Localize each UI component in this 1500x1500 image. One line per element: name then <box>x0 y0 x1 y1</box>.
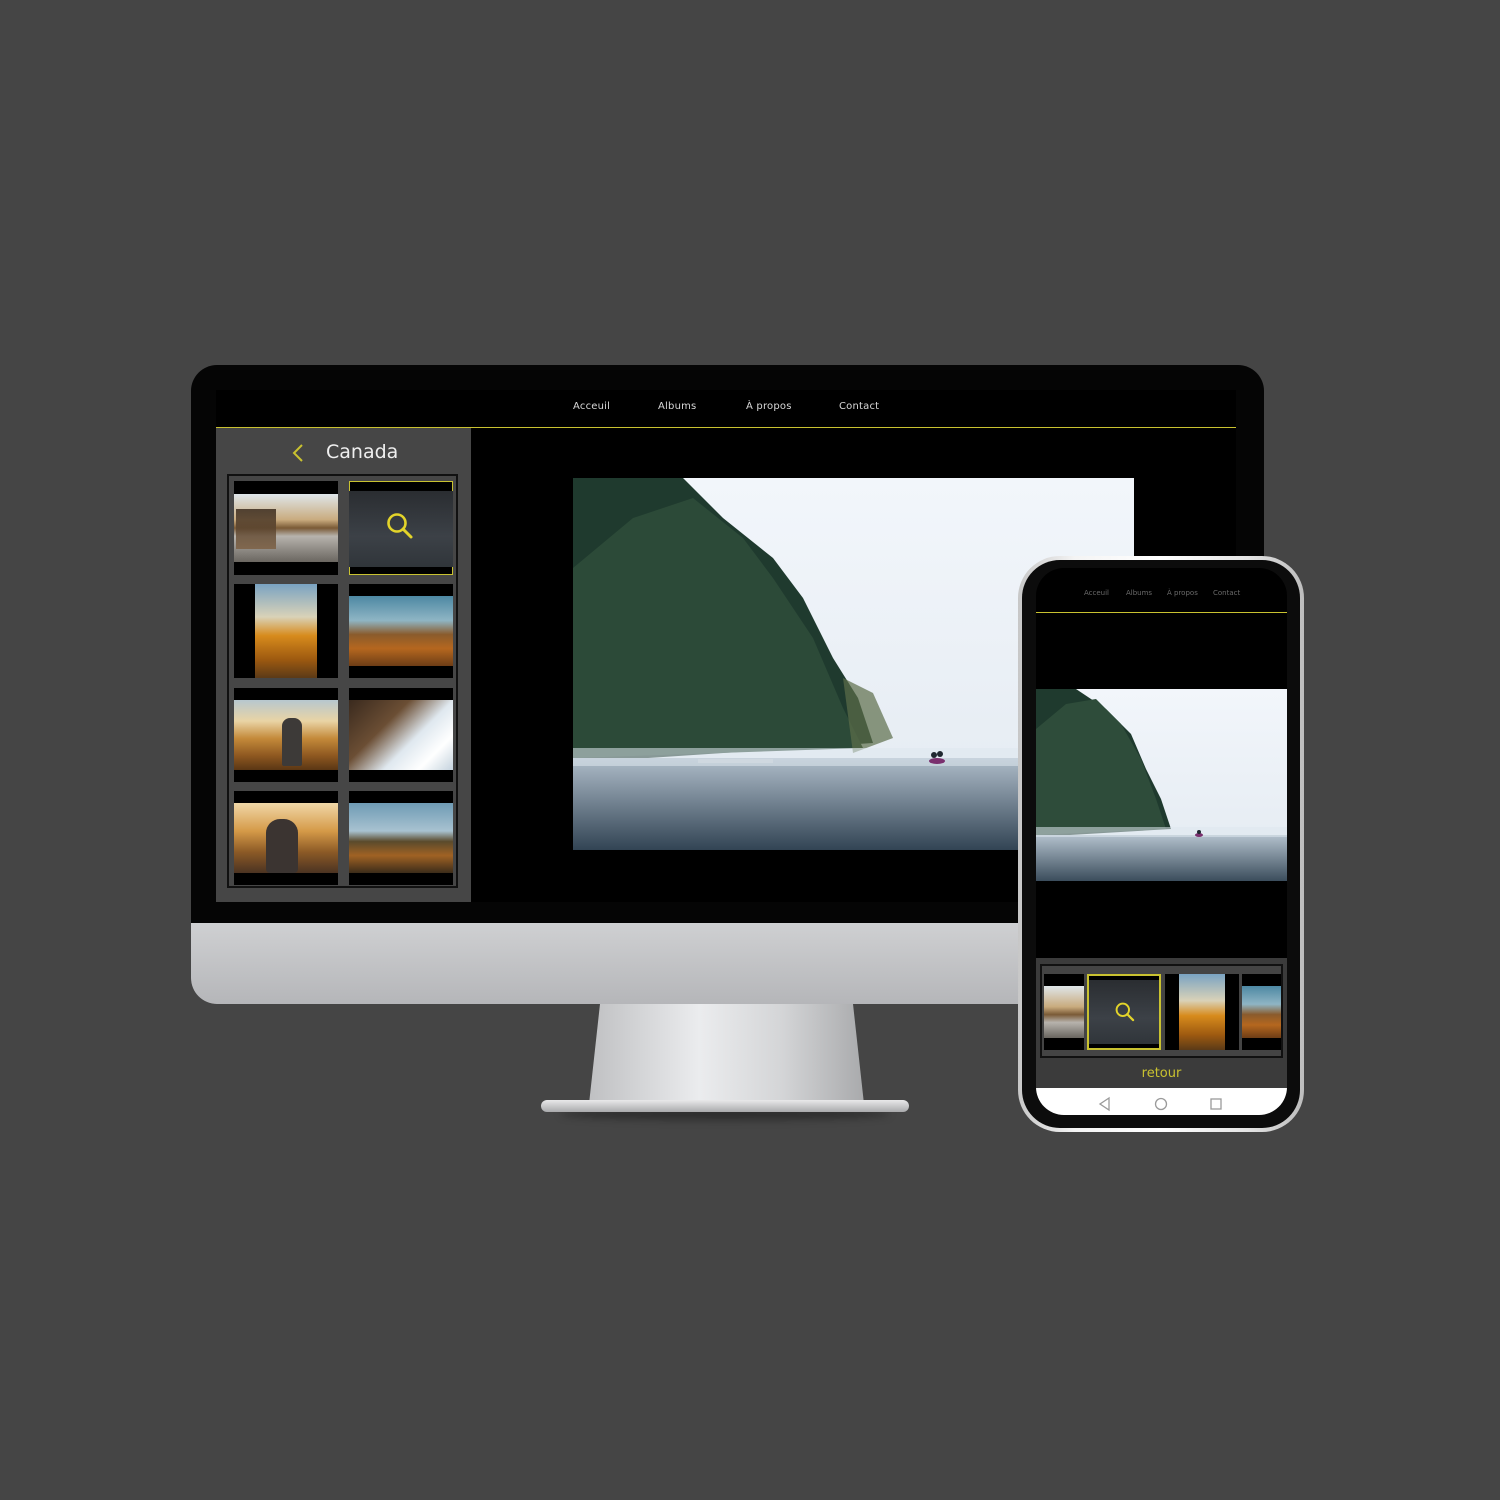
phone-body: Acceuil Albums À propos Contact retour <box>1022 560 1300 1128</box>
mobile-top-navigation: Acceuil Albums À propos Contact <box>1036 568 1287 613</box>
thumbnail-autumn-valley[interactable] <box>349 584 453 678</box>
mobile-thumbnail-misty-lake-selected[interactable] <box>1087 974 1161 1050</box>
thumbnail-school-bus[interactable] <box>234 584 338 678</box>
album-header: Canada <box>216 438 471 468</box>
mobile-thumbnail-school-bus[interactable] <box>1165 974 1239 1050</box>
monitor-stand-foot <box>541 1100 909 1112</box>
back-triangle-icon[interactable] <box>1097 1096 1113 1112</box>
magnifier-icon <box>387 513 413 539</box>
mobile-thumbnail-cabin-lake[interactable] <box>1044 974 1084 1050</box>
top-navigation: Acceuil Albums À propos Contact <box>216 390 1236 428</box>
magnifier-icon <box>1115 1002 1135 1022</box>
thumbnail-misty-lake-selected[interactable] <box>349 481 453 575</box>
nav-link-a-propos[interactable]: À propos <box>746 401 792 412</box>
mobile-nav-link-contact[interactable]: Contact <box>1213 589 1240 597</box>
thumbnail-woman-drink[interactable] <box>234 791 338 885</box>
mobile-phone: Acceuil Albums À propos Contact retour <box>1018 556 1304 1132</box>
android-navigation-bar <box>1036 1088 1287 1115</box>
nav-link-acceuil[interactable]: Acceuil <box>573 401 610 412</box>
mobile-thumbnail-strip: retour <box>1036 958 1287 1088</box>
mobile-main-photo-misty-lake <box>1036 689 1287 881</box>
nav-link-albums[interactable]: Albums <box>658 401 696 412</box>
mobile-back-link[interactable]: retour <box>1036 1066 1287 1081</box>
mobile-thumbnail-carousel <box>1040 964 1283 1058</box>
album-sidebar: Canada <box>216 428 471 902</box>
home-circle-icon[interactable] <box>1153 1096 1169 1112</box>
mobile-nav-link-albums[interactable]: Albums <box>1126 589 1152 597</box>
phone-screen: Acceuil Albums À propos Contact retour <box>1036 568 1287 1115</box>
thumbnail-woman-hills[interactable] <box>234 688 338 782</box>
mobile-nav-link-a-propos[interactable]: À propos <box>1167 589 1198 597</box>
mobile-thumbnail-autumn-valley[interactable] <box>1242 974 1281 1050</box>
recents-square-icon[interactable] <box>1208 1096 1224 1112</box>
thumbnail-forest-lake[interactable] <box>349 791 453 885</box>
album-title: Canada <box>326 441 399 463</box>
chevron-left-icon[interactable] <box>291 442 305 464</box>
nav-link-contact[interactable]: Contact <box>839 401 879 412</box>
mobile-nav-link-acceuil[interactable]: Acceuil <box>1084 589 1109 597</box>
thumbnail-cabin-lake[interactable] <box>234 481 338 575</box>
monitor-stand-neck <box>589 1004 864 1104</box>
thumbnail-grid <box>227 474 458 888</box>
thumbnail-snowy-forest[interactable] <box>349 688 453 782</box>
